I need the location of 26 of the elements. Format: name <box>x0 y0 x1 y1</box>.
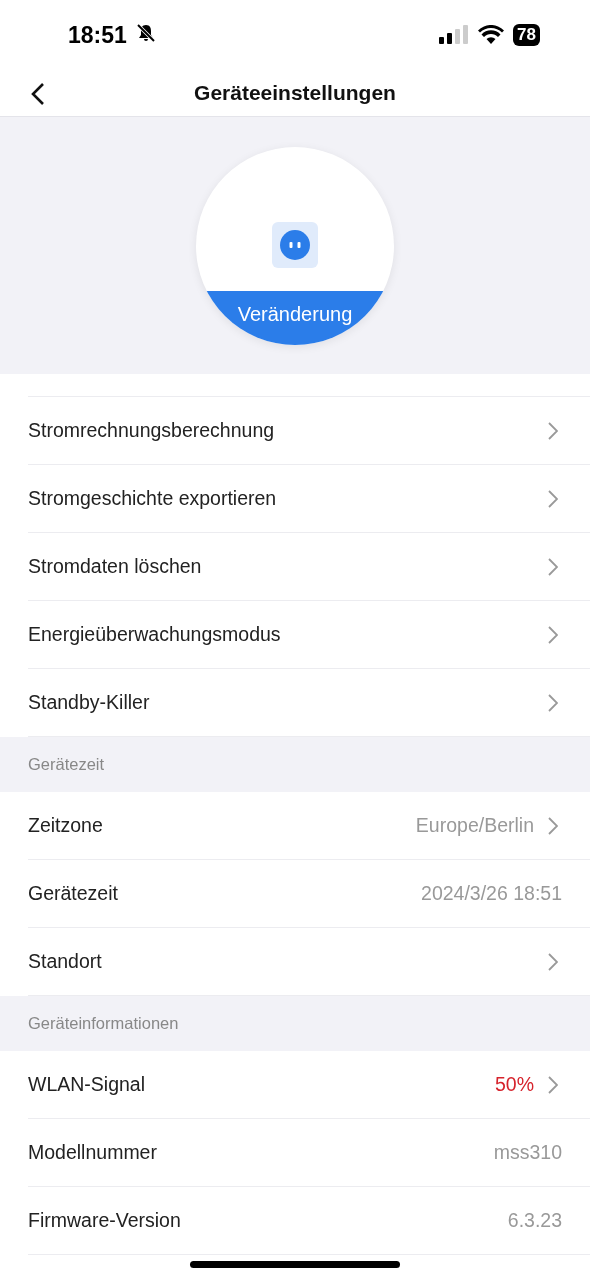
setting-label: Firmware-Version <box>28 1209 182 1232</box>
setting-value: mss310 <box>493 1141 562 1164</box>
setting-value: 6.3.23 <box>507 1209 562 1232</box>
setting-label: Stromgeschichte exportieren <box>28 487 278 510</box>
setting-label: WLAN-Signal <box>28 1073 147 1096</box>
cellular-signal-icon <box>439 25 470 45</box>
wifi-icon <box>478 25 505 45</box>
setting-label: Energieüberwachungsmodus <box>28 623 282 646</box>
section-header: Geräteinformationen <box>28 1014 179 1033</box>
setting-value: 50% <box>494 1073 534 1096</box>
setting-label: Stromdaten löschen <box>28 555 203 578</box>
screen-title: Geräteeinstellungen <box>194 81 396 105</box>
setting-label: Zeitzone <box>28 814 104 837</box>
section-header: Gerätezeit <box>28 755 105 774</box>
smart-plug-icon <box>272 221 318 268</box>
setting-label: Stromrechnungsberechnung <box>28 419 276 442</box>
setting-label: Standby-Killer <box>28 691 151 714</box>
battery-indicator: 78 <box>513 24 540 46</box>
setting-value: Europe/Berlin <box>415 814 534 837</box>
back-icon <box>30 82 46 106</box>
settings-row[interactable]: Firmware-Version 6.3.23 <box>28 1187 590 1255</box>
setting-label: Standort <box>28 950 103 973</box>
clock: 18:51 <box>68 21 127 49</box>
setting-label: Modellnummer <box>28 1141 158 1164</box>
setting-label: Gerätezeit <box>28 882 119 905</box>
setting-value: 2024/3/26 18:51 <box>421 882 562 905</box>
